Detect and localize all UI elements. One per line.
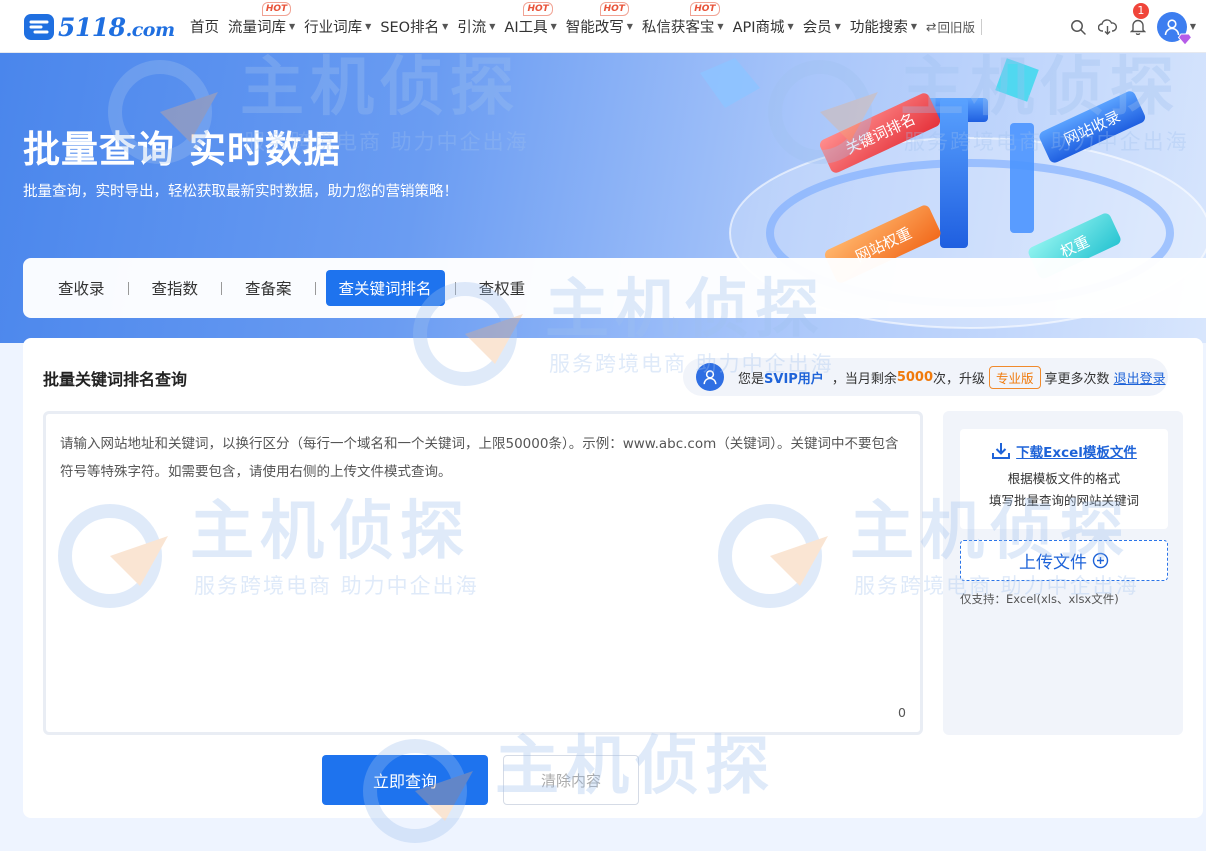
nav-item-label: SEO排名 <box>380 20 440 36</box>
upload-file-label: 上传文件 <box>1019 553 1087 573</box>
hot-badge: HOT <box>261 2 292 16</box>
main-nav: 首页 流量词库 ▼ HOT 行业词库 ▼ SEO排名 ▼ 引流 ▼ AI工具 ▼ HOT 智能改写 ▼ HOT… <box>190 0 982 53</box>
nav-item-label: 功能搜索 <box>849 20 908 36</box>
nav-item-1[interactable]: 流量词库 ▼ HOT <box>228 2 296 37</box>
clear-content-button[interactable]: 清除内容 <box>503 755 639 805</box>
plus-circle-icon <box>1092 552 1109 569</box>
hot-badge: HOT <box>523 2 553 16</box>
nav-divider <box>981 18 982 35</box>
nav-item-3[interactable]: SEO排名 ▼ <box>380 16 448 37</box>
tab-divider <box>221 281 223 295</box>
tab-4[interactable]: 查权重 <box>466 270 539 306</box>
nav-right-tools: 1 ▼ <box>1059 0 1196 53</box>
vip-diamond-icon <box>1177 33 1192 46</box>
keyword-editor: 0 <box>43 411 923 735</box>
chevron-down-icon: ▼ <box>1189 22 1196 31</box>
caret-down-icon: ▼ <box>365 22 372 31</box>
logo-mark-icon <box>24 14 54 40</box>
nav-item-label: 流量词库 <box>228 20 286 36</box>
nav-item-label: 行业词库 <box>304 20 363 36</box>
pro-upgrade-tag[interactable]: 专业版 <box>989 365 1041 389</box>
download-desc-2: 填写批量查询的网站关键词 <box>988 493 1139 508</box>
caret-down-icon: ▼ <box>910 22 917 31</box>
upload-file-button[interactable]: 上传文件 <box>960 540 1168 581</box>
user-level: SVIP用户 <box>764 371 824 387</box>
tab-2[interactable]: 查备案 <box>232 270 305 306</box>
old-version-link[interactable]: ⇄ 回旧版 <box>926 17 975 36</box>
hero-title: 批量查询 实时数据 <box>23 128 341 171</box>
caret-down-icon: ▼ <box>834 22 841 31</box>
caret-down-icon: ▼ <box>289 22 296 31</box>
avatar <box>1156 11 1192 46</box>
nav-item-label: 引流 <box>457 20 487 36</box>
nav-item-4[interactable]: 引流 ▼ <box>457 16 495 37</box>
nav-item-2[interactable]: 行业词库 ▼ <box>304 16 371 37</box>
nav-item-0[interactable]: 首页 <box>190 16 219 37</box>
bell-icon[interactable]: 1 <box>1127 2 1149 38</box>
nav-item-10[interactable]: 功能搜索 ▼ <box>850 16 917 37</box>
nav-item-7[interactable]: 私信获客宝 ▼ HOT <box>641 2 724 37</box>
hot-badge: HOT <box>690 2 720 16</box>
caret-down-icon: ▼ <box>626 22 633 31</box>
swap-icon: ⇄ <box>926 19 937 34</box>
tab-divider <box>314 281 316 295</box>
nav-item-label: 智能改写 <box>565 20 624 36</box>
tab-divider <box>127 281 129 295</box>
nav-item-label: 会员 <box>802 20 832 36</box>
upload-note: 仅支持：Excel(xls、xlsx文件) <box>960 592 1119 606</box>
line-counter: 0 <box>898 705 906 720</box>
nav-item-6[interactable]: 智能改写 ▼ HOT <box>565 2 633 37</box>
hero-subtitle: 批量查询，实时导出，轻松获取最新实时数据，助力您的营销策略！ <box>23 184 458 200</box>
query-card: 批量关键词排名查询 您是 SVIP用户 ，当月剩余 5000 次，升级 专业版 … <box>23 338 1203 818</box>
remain-prefix: ，当月剩余 <box>831 371 897 387</box>
logout-link[interactable]: 退出登录 <box>1114 368 1166 387</box>
nav-item-9[interactable]: 会员 ▼ <box>803 16 841 37</box>
download-icon <box>992 443 1011 459</box>
cloud-download-icon[interactable] <box>1097 16 1119 38</box>
keyword-input[interactable] <box>46 414 920 732</box>
card-title: 批量关键词排名查询 <box>43 370 188 389</box>
caret-down-icon: ▼ <box>787 22 794 31</box>
remain-count: 5000 <box>896 369 934 385</box>
tab-1[interactable]: 查指数 <box>139 270 212 306</box>
nav-item-8[interactable]: API商城 ▼ <box>733 16 794 37</box>
query-now-button[interactable]: 立即查询 <box>322 755 488 805</box>
user-icon <box>696 363 724 391</box>
nav-item-5[interactable]: AI工具 ▼ HOT <box>504 2 557 37</box>
tab-0[interactable]: 查收录 <box>45 270 118 306</box>
download-template-label: 下载Excel模板文件 <box>1016 445 1137 461</box>
notification-badge: 1 <box>1132 2 1149 19</box>
search-icon[interactable] <box>1067 16 1089 38</box>
query-type-tabs: 查收录 查指数 查备案 查关键词排名 查权重 <box>23 258 1206 318</box>
caret-down-icon: ▼ <box>550 22 557 31</box>
user-status-prefix: 您是 <box>738 371 765 387</box>
tab-divider <box>454 281 456 295</box>
top-navigation: 5118.com 首页 流量词库 ▼ HOT 行业词库 ▼ SEO排名 ▼ 引流 ▼ AI工具 ▼ HO… <box>0 0 1206 53</box>
site-logo[interactable]: 5118.com <box>22 10 175 44</box>
old-version-label: 回旧版 <box>937 20 975 35</box>
nav-item-label: 私信获客宝 <box>641 20 715 36</box>
nav-item-label: API商城 <box>732 20 785 36</box>
user-status-bar: 您是 SVIP用户 ，当月剩余 5000 次，升级 专业版 享更多次数 退出登录 <box>683 358 1168 396</box>
remain-suffix: 次，升级 <box>933 371 986 387</box>
template-download-box: 下载Excel模板文件 根据模板文件的格式 填写批量查询的网站关键词 <box>960 429 1168 529</box>
caret-down-icon: ▼ <box>489 22 496 31</box>
logo-text: 5118.com <box>58 12 175 42</box>
user-menu[interactable]: ▼ <box>1156 11 1196 46</box>
upload-panel: 下载Excel模板文件 根据模板文件的格式 填写批量查询的网站关键词 上传文件 … <box>943 411 1183 735</box>
download-desc-1: 根据模板文件的格式 <box>1007 471 1121 486</box>
download-template-link[interactable]: 下载Excel模板文件 <box>991 441 1137 461</box>
caret-down-icon: ▼ <box>717 22 724 31</box>
nav-item-label: AI工具 <box>504 20 548 36</box>
hot-badge: HOT <box>599 2 629 16</box>
more-quota-text: 享更多次数 <box>1044 371 1110 387</box>
caret-down-icon: ▼ <box>442 22 449 31</box>
tab-3[interactable]: 查关键词排名 <box>325 270 445 306</box>
nav-item-label: 首页 <box>190 20 219 36</box>
